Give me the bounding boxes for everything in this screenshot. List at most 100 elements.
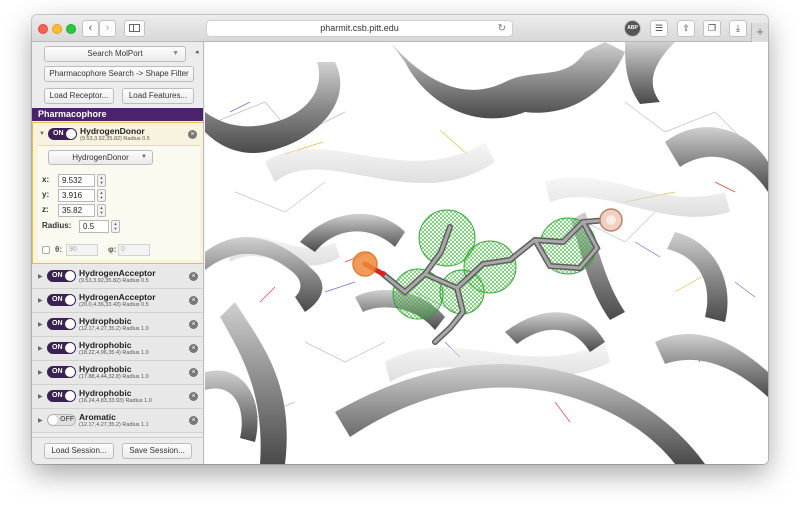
direction-checkbox[interactable] xyxy=(42,246,50,254)
feature-item[interactable]: ▶ ON HydrogenAcceptor (9.53,3.92,35.82) … xyxy=(32,265,203,289)
expand-triangle-icon[interactable]: ▶ xyxy=(38,393,43,400)
session-bar: Load Session... Save Session... xyxy=(32,437,203,464)
remove-feature-icon[interactable]: × xyxy=(189,392,198,401)
browser-window: ‹ › pharmit.csb.pitt.edu ↻ ABP ☰ ⇧ ❐ ⤓ +… xyxy=(32,15,768,464)
radius-field[interactable]: 0.5 xyxy=(79,220,109,233)
reload-icon[interactable]: ↻ xyxy=(498,21,506,36)
load-session-button[interactable]: Load Session... xyxy=(44,443,114,459)
sidebar-icon xyxy=(129,24,140,32)
tabs-icon[interactable]: ❐ xyxy=(703,20,721,37)
feature-item[interactable]: ▶ ON HydrogenAcceptor (20.0,4.36,33.43) … xyxy=(32,289,203,313)
pharmacophore-section-header: Pharmacophore xyxy=(32,108,203,121)
load-features-button[interactable]: Load Features... xyxy=(122,88,194,104)
hydrogen-acceptor-sphere[interactable] xyxy=(352,251,378,277)
y-label: y: xyxy=(42,190,50,199)
feature-coords: (9.53,3.92,35.82) Radius 0.5 xyxy=(80,136,150,142)
chevron-left-icon: ‹ xyxy=(88,22,93,34)
load-receptor-button[interactable]: Load Receptor... xyxy=(44,88,114,104)
browser-toolbar: ‹ › pharmit.csb.pitt.edu ↻ ABP ☰ ⇧ ❐ ⤓ + xyxy=(32,15,768,42)
adblock-icon[interactable]: ABP xyxy=(624,20,641,37)
feature-toggle[interactable]: ON xyxy=(47,366,76,378)
x-label: x: xyxy=(42,175,50,184)
remove-feature-icon[interactable]: × xyxy=(188,130,197,139)
feature-name: HydrogenAcceptor xyxy=(79,268,156,278)
search-molport-button[interactable]: Search MolPort ▼ xyxy=(44,46,186,62)
feature-name: Aromatic xyxy=(79,412,116,422)
expand-triangle-icon[interactable]: ▶ xyxy=(38,369,43,376)
expand-triangle-icon[interactable]: ▶ xyxy=(38,273,43,280)
forward-button[interactable]: › xyxy=(99,20,116,37)
x-field[interactable]: 9.532 xyxy=(58,174,95,187)
molecule-viewer[interactable] xyxy=(205,42,768,464)
sidebar-toggle-button[interactable] xyxy=(124,20,145,37)
zoom-window-button[interactable] xyxy=(66,24,76,34)
collapse-sidebar-icon[interactable]: ◂ xyxy=(195,48,199,56)
pharmacophore-sidebar: Search MolPort ▼ ◂ Pharmacophore Search … xyxy=(32,42,204,464)
feature-toggle[interactable]: ON xyxy=(47,390,76,402)
feature-item[interactable]: ▶ OFF Aromatic (12.17,4.27,35.2) Radius … xyxy=(32,409,203,433)
remove-feature-icon[interactable]: × xyxy=(189,320,198,329)
feature-toggle[interactable]: ON xyxy=(47,294,76,306)
theta-label: θ: xyxy=(55,245,62,254)
feature-item-expanded[interactable]: ▼ ON HydrogenDonor (9.53,3.92,35.82) Rad… xyxy=(32,122,203,264)
feature-toggle[interactable]: ON xyxy=(47,318,76,330)
feature-coords: (17.88,4.44,32.8) Radius 1.0 xyxy=(79,374,149,380)
feature-item[interactable]: ▶ ON Hydrophobic (18.22,4.96,35.4) Radiu… xyxy=(32,337,203,361)
feature-coords: (16.24,4.83,33.93) Radius 1.0 xyxy=(79,398,152,404)
feature-name: Hydrophobic xyxy=(79,364,132,374)
address-bar[interactable]: pharmit.csb.pitt.edu ↻ xyxy=(206,20,513,37)
remove-feature-icon[interactable]: × xyxy=(189,416,198,425)
feature-name: HydrogenAcceptor xyxy=(79,292,156,302)
feature-coords: (20.0,4.36,33.43) Radius 0.5 xyxy=(79,302,149,308)
phi-label: φ: xyxy=(108,245,117,254)
share-icon[interactable]: ⇧ xyxy=(677,20,695,37)
feature-type-select[interactable]: HydrogenDonor ▼ xyxy=(48,150,153,165)
expand-triangle-icon[interactable]: ▶ xyxy=(38,345,43,352)
feature-item[interactable]: ▶ ON Hydrophobic (12.17,4.27,35.2) Radiu… xyxy=(32,313,203,337)
feature-toggle[interactable]: ON xyxy=(47,270,76,282)
close-window-button[interactable] xyxy=(38,24,48,34)
minimize-window-button[interactable] xyxy=(52,24,62,34)
feature-name: HydrogenDonor xyxy=(80,126,145,136)
z-stepper[interactable]: ▲ ▼ xyxy=(97,204,106,217)
y-field[interactable]: 3.916 xyxy=(58,189,95,202)
feature-editor: HydrogenDonor ▼ x: 9.532 ▲ ▼ y: 3.916 ▲ ▼ … xyxy=(38,145,200,260)
chevron-down-icon: ▼ xyxy=(141,154,147,160)
radius-stepper[interactable]: ▲ ▼ xyxy=(111,220,120,233)
expand-triangle-icon[interactable]: ▶ xyxy=(38,321,43,328)
feature-item[interactable]: ▶ ON Hydrophobic (16.24,4.83,33.93) Radi… xyxy=(32,385,203,409)
remove-feature-icon[interactable]: × xyxy=(189,344,198,353)
expand-triangle-icon[interactable]: ▶ xyxy=(38,297,43,304)
feature-name: Hydrophobic xyxy=(79,388,132,398)
back-button[interactable]: ‹ xyxy=(82,20,99,37)
remove-feature-icon[interactable]: × xyxy=(189,272,198,281)
download-icon[interactable]: ⤓ xyxy=(729,20,747,37)
z-field[interactable]: 35.82 xyxy=(58,204,95,217)
remove-feature-icon[interactable]: × xyxy=(189,368,198,377)
feature-coords: (12.17,4.27,35.2) Radius 1.0 xyxy=(79,326,149,332)
chevron-right-icon: › xyxy=(105,22,110,34)
x-stepper[interactable]: ▲ ▼ xyxy=(97,174,106,187)
save-session-button[interactable]: Save Session... xyxy=(122,443,192,459)
expand-triangle-icon[interactable]: ▼ xyxy=(39,131,45,137)
y-stepper[interactable]: ▲ ▼ xyxy=(97,189,106,202)
extension-icon[interactable]: ☰ xyxy=(650,20,668,37)
feature-name: Hydrophobic xyxy=(79,316,132,326)
theta-field[interactable]: 90 xyxy=(66,244,98,256)
feature-coords: (18.22,4.96,35.4) Radius 1.0 xyxy=(79,350,149,356)
new-tab-button[interactable]: + xyxy=(751,23,768,42)
feature-toggle[interactable]: ON xyxy=(48,128,77,140)
feature-toggle[interactable]: OFF xyxy=(47,414,76,426)
feature-coords: (9.53,3.92,35.82) Radius 0.5 xyxy=(79,278,149,284)
remove-feature-icon[interactable]: × xyxy=(189,296,198,305)
z-label: z: xyxy=(42,205,49,214)
feature-coords: (12.17,4.27,35.2) Radius 1.1 xyxy=(79,422,149,428)
radius-label: Radius: xyxy=(42,221,72,230)
search-filter-button[interactable]: Pharmacophore Search -> Shape Filter xyxy=(44,66,194,82)
feature-toggle[interactable]: ON xyxy=(47,342,76,354)
expand-triangle-icon[interactable]: ▶ xyxy=(38,417,43,424)
feature-item[interactable]: ▶ ON Hydrophobic (17.88,4.44,32.8) Radiu… xyxy=(32,361,203,385)
phi-field[interactable]: 0 xyxy=(118,244,150,256)
url-text: pharmit.csb.pitt.edu xyxy=(320,23,399,33)
chevron-down-icon[interactable]: ▼ xyxy=(172,47,179,61)
